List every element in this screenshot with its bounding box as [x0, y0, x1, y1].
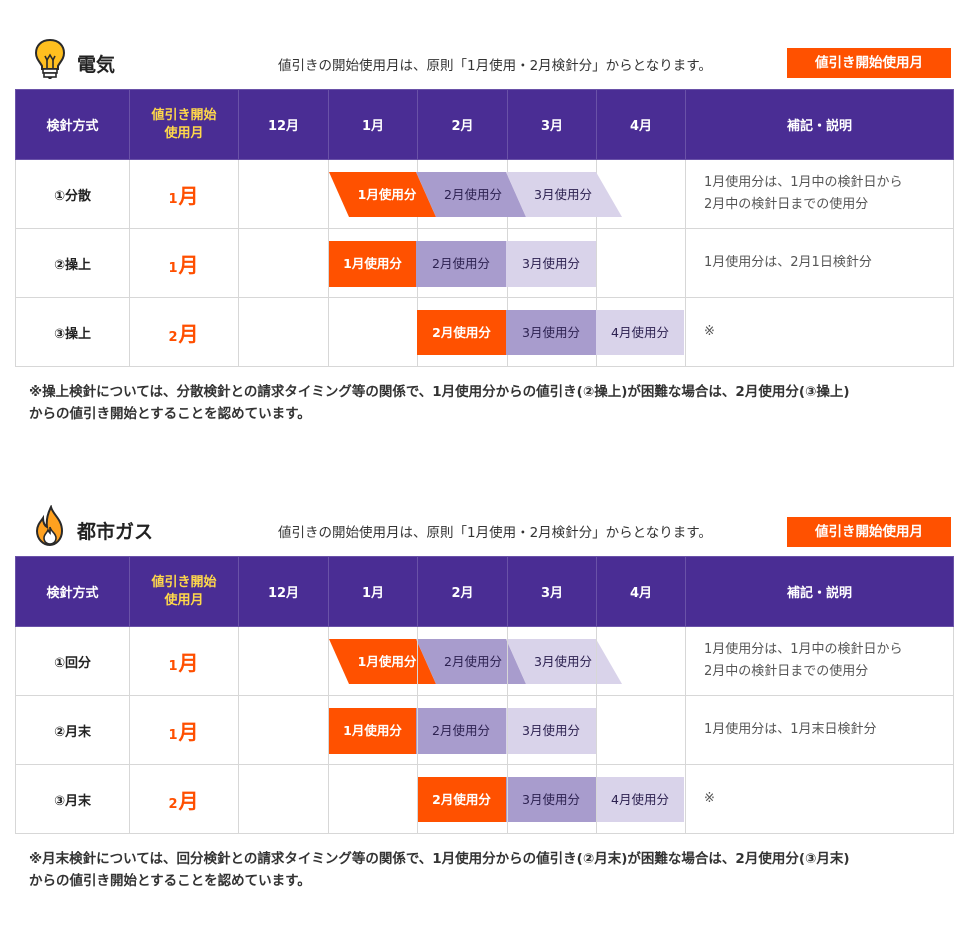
row-start-month: 1月: [129, 626, 239, 696]
header-month-mar: 3月: [507, 556, 597, 627]
row-remark: 1月使用分は、1月中の検針日から 2月中の検針日までの使用分: [685, 626, 954, 696]
usage-bar-label: 4月使用分: [611, 325, 669, 340]
usage-bar-label: 2月使用分: [444, 187, 502, 202]
header-start-month: 値引き開始 使用月: [129, 556, 239, 627]
header-month-jan: 1月: [328, 556, 418, 627]
usage-bar-label: 2月使用分: [432, 792, 491, 807]
row-start-month: 2月: [129, 764, 239, 834]
usage-bar-label: 3月使用分: [534, 187, 592, 202]
usage-bar-label: 2月使用分: [432, 256, 490, 271]
header-month-feb: 2月: [417, 556, 508, 627]
usage-bar-label: 3月使用分: [522, 723, 580, 738]
usage-bar-label: 1月使用分: [343, 723, 402, 738]
header-month-apr: 4月: [596, 556, 686, 627]
usage-bar-label: 3月使用分: [522, 792, 580, 807]
start-month-badge: 値引き開始使用月: [787, 517, 951, 547]
row-method: ①回分: [15, 626, 130, 696]
section-header: 都市ガス 値引きの開始使用月は、原則「1月使用・2月検針分」からとなります。 値…: [0, 467, 969, 547]
row-remark: 1月使用分は、1月末日検針分: [685, 695, 954, 765]
header-remarks: 補記・説明: [685, 556, 954, 627]
usage-bar-label: 3月使用分: [534, 654, 592, 669]
header-method: 検針方式: [15, 556, 130, 627]
usage-bar-label: 1月使用分: [357, 654, 417, 669]
usage-bar-label: 1月使用分: [343, 256, 402, 271]
usage-bar-label: 4月使用分: [611, 792, 669, 807]
usage-bar-label: 3月使用分: [522, 256, 580, 271]
section-title: 都市ガス: [77, 521, 154, 543]
header-month-dec: 12月: [238, 556, 329, 627]
usage-bar-label: 1月使用分: [357, 187, 417, 202]
row-start-month: 1月: [129, 695, 239, 765]
usage-bar-label: 2月使用分: [432, 723, 490, 738]
row-remark: ※: [685, 764, 954, 834]
flame-icon: [35, 505, 64, 547]
header-start-line1: 値引き開始: [151, 574, 217, 590]
row-method: ②月末: [15, 695, 130, 765]
usage-bar-label: 2月使用分: [444, 654, 502, 669]
footnote: ※操上検針については、分散検針との請求タイミング等の関係で、1月使用分からの値引…: [29, 384, 850, 422]
usage-bar-label: 2月使用分: [432, 325, 491, 340]
header-start-line2: 使用月: [164, 592, 204, 608]
section-note: 値引きの開始使用月は、原則「1月使用・2月検針分」からとなります。: [278, 525, 712, 541]
footnote: ※月末検針については、回分検針との請求タイミング等の関係で、1月使用分からの値引…: [29, 851, 850, 889]
row-method: ③月末: [15, 764, 130, 834]
usage-bar-label: 3月使用分: [522, 325, 580, 340]
